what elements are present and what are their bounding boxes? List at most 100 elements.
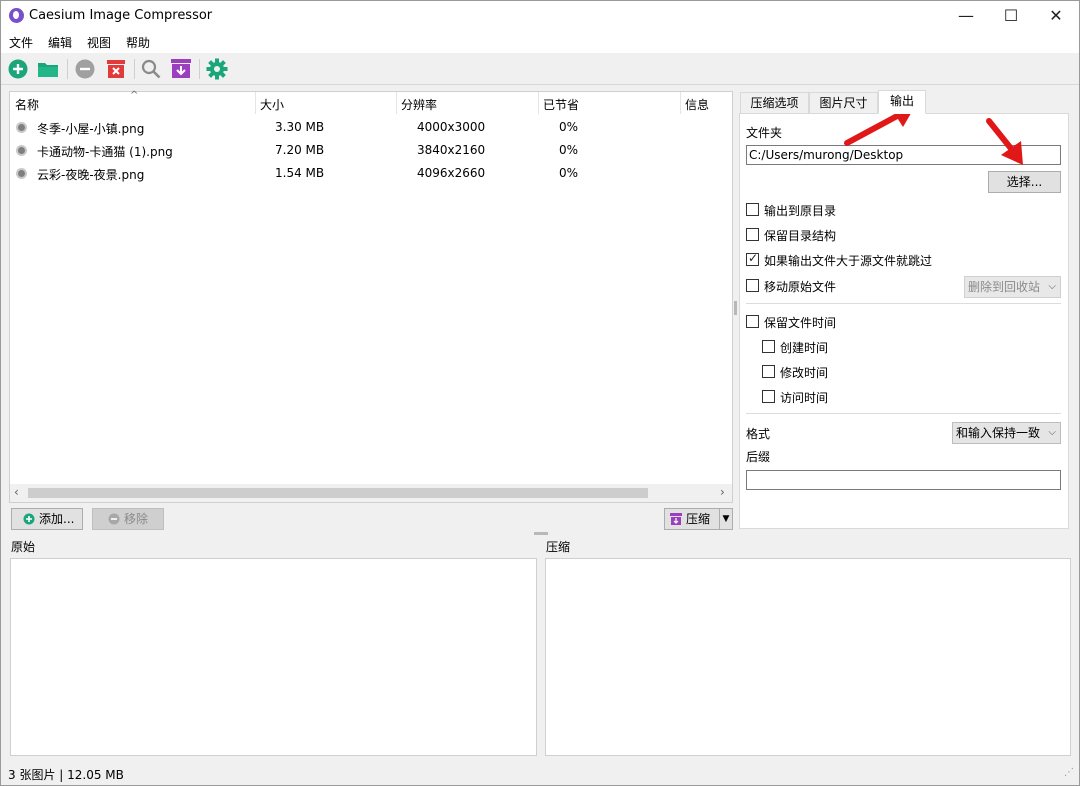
keep-structure-checkbox[interactable] [746, 228, 759, 241]
splitter-handle[interactable] [734, 301, 737, 315]
open-folder-icon[interactable] [37, 58, 59, 80]
column-resolution[interactable]: 分辨率 [401, 96, 437, 113]
menu-view[interactable]: 视图 [87, 34, 111, 51]
app-icon [9, 8, 24, 23]
modified-date-checkbox[interactable] [762, 365, 775, 378]
table-row[interactable]: 冬季-小屋-小镇.png 3.30 MB 4000x3000 0% [10, 116, 730, 139]
menu-file[interactable]: 文件 [9, 34, 33, 51]
tab-compression-options[interactable]: 压缩选项 [740, 92, 809, 114]
preview-icon[interactable] [140, 58, 162, 80]
horizontal-scrollbar[interactable]: ‹ › [10, 484, 732, 502]
column-info[interactable]: 信息 [685, 96, 709, 113]
output-to-source-checkbox[interactable] [746, 203, 759, 216]
remove-button-label: 移除 [124, 512, 149, 526]
file-list[interactable]: 名称 ^ 大小 分辨率 已节省 信息 冬季-小屋-小镇.png 3.30 MB … [9, 90, 733, 503]
modified-date-label: 修改时间 [780, 366, 829, 380]
table-row[interactable]: 卡通动物-卡通猫 (1).png 7.20 MB 3840x2160 0% [10, 139, 730, 162]
maximize-button[interactable]: ☐ [988, 1, 1034, 31]
tab-output[interactable]: 输出 [878, 90, 926, 114]
column-size[interactable]: 大小 [260, 96, 284, 113]
chevron-down-icon: ⌵ [1048, 427, 1056, 438]
skip-larger-label: 如果输出文件大于源文件就跳过 [764, 254, 933, 268]
menu-bar: 文件 编辑 视图 帮助 [1, 31, 1079, 53]
format-select[interactable]: 和输入保持一致 ⌵ [952, 422, 1061, 444]
file-status-icon [16, 122, 27, 133]
toolbar-separator [67, 59, 68, 79]
sort-ascending-icon: ^ [130, 90, 139, 101]
access-date-label: 访问时间 [780, 391, 829, 405]
folder-label: 文件夹 [746, 126, 783, 140]
status-text: 3 张图片 | 12.05 MB [8, 768, 124, 782]
scrollbar-thumb[interactable] [28, 488, 648, 498]
access-date-checkbox[interactable] [762, 390, 775, 403]
status-bar: 3 张图片 | 12.05 MB ⋰ [1, 763, 1079, 785]
file-status-icon [16, 145, 27, 156]
scroll-right-icon[interactable]: › [720, 485, 725, 499]
file-resolution: 3840x2160 [417, 143, 486, 157]
minimize-button[interactable]: — [943, 1, 989, 31]
toolbar-separator [134, 59, 135, 79]
suffix-label: 后缀 [746, 450, 771, 464]
original-preview-label: 原始 [11, 540, 36, 554]
file-resolution: 4000x3000 [417, 120, 486, 134]
file-saved: 0% [559, 120, 579, 134]
divider [746, 413, 1061, 414]
file-name: 冬季-小屋-小镇.png [37, 122, 145, 136]
add-icon[interactable] [7, 58, 29, 80]
file-name: 卡通动物-卡通猫 (1).png [37, 145, 173, 159]
move-original-label: 移动原始文件 [764, 280, 837, 294]
keep-dates-label: 保留文件时间 [764, 316, 837, 330]
creation-date-checkbox[interactable] [762, 340, 775, 353]
add-button-label: 添加... [39, 512, 75, 526]
column-divider [396, 92, 397, 114]
toolbar [1, 53, 1079, 85]
choose-folder-button[interactable]: 选择... [988, 171, 1061, 193]
compress-icon[interactable] [170, 58, 192, 80]
remove-button[interactable]: 移除 [92, 508, 164, 530]
compress-button[interactable]: 压缩 [664, 508, 720, 530]
creation-date-label: 创建时间 [780, 341, 829, 355]
keep-structure-label: 保留目录结构 [764, 229, 837, 243]
file-status-icon [16, 168, 27, 179]
compressed-preview-label: 压缩 [546, 540, 571, 554]
column-divider [538, 92, 539, 114]
compress-dropdown-button[interactable]: ▼ [719, 508, 733, 530]
move-target-select[interactable]: 删除到回收站 ⌵ [964, 276, 1061, 298]
annotation-arrow-icon [986, 118, 1023, 165]
remove-icon[interactable] [74, 58, 96, 80]
move-target-value: 删除到回收站 [968, 280, 1041, 294]
remove-icon [108, 513, 120, 525]
column-divider [255, 92, 256, 114]
add-button[interactable]: 添加... [11, 508, 83, 530]
skip-larger-checkbox[interactable] [746, 251, 759, 266]
format-label: 格式 [746, 427, 771, 441]
splitter-handle[interactable] [534, 532, 548, 535]
file-saved: 0% [559, 143, 579, 157]
close-button[interactable]: ✕ [1033, 1, 1079, 31]
keep-dates-checkbox[interactable] [746, 315, 759, 328]
scroll-left-icon[interactable]: ‹ [14, 485, 19, 499]
move-original-checkbox[interactable] [746, 279, 759, 292]
file-name: 云彩-夜晚-夜景.png [37, 168, 145, 182]
file-size: 7.20 MB [275, 143, 325, 157]
clear-list-icon[interactable] [105, 58, 127, 80]
resize-grip-icon[interactable]: ⋰ [1064, 767, 1074, 778]
file-size: 3.30 MB [275, 120, 325, 134]
menu-edit[interactable]: 编辑 [48, 34, 72, 51]
column-name[interactable]: 名称 [15, 96, 39, 113]
compress-button-label: 压缩 [686, 512, 711, 526]
file-saved: 0% [559, 166, 579, 180]
file-size: 1.54 MB [275, 166, 325, 180]
title-bar: Caesium Image Compressor — ☐ ✕ [1, 1, 1079, 31]
column-saved[interactable]: 已节省 [543, 96, 579, 113]
file-resolution: 4096x2660 [417, 166, 486, 180]
divider [746, 303, 1061, 304]
original-preview-pane [10, 558, 537, 756]
app-window: Caesium Image Compressor — ☐ ✕ 文件 编辑 视图 … [0, 0, 1080, 786]
table-row[interactable]: 云彩-夜晚-夜景.png 1.54 MB 4096x2660 0% [10, 162, 730, 185]
add-icon [23, 513, 35, 525]
toolbar-separator [199, 59, 200, 79]
suffix-input[interactable] [746, 470, 1061, 490]
menu-help[interactable]: 帮助 [126, 34, 150, 51]
settings-icon[interactable] [206, 58, 228, 80]
